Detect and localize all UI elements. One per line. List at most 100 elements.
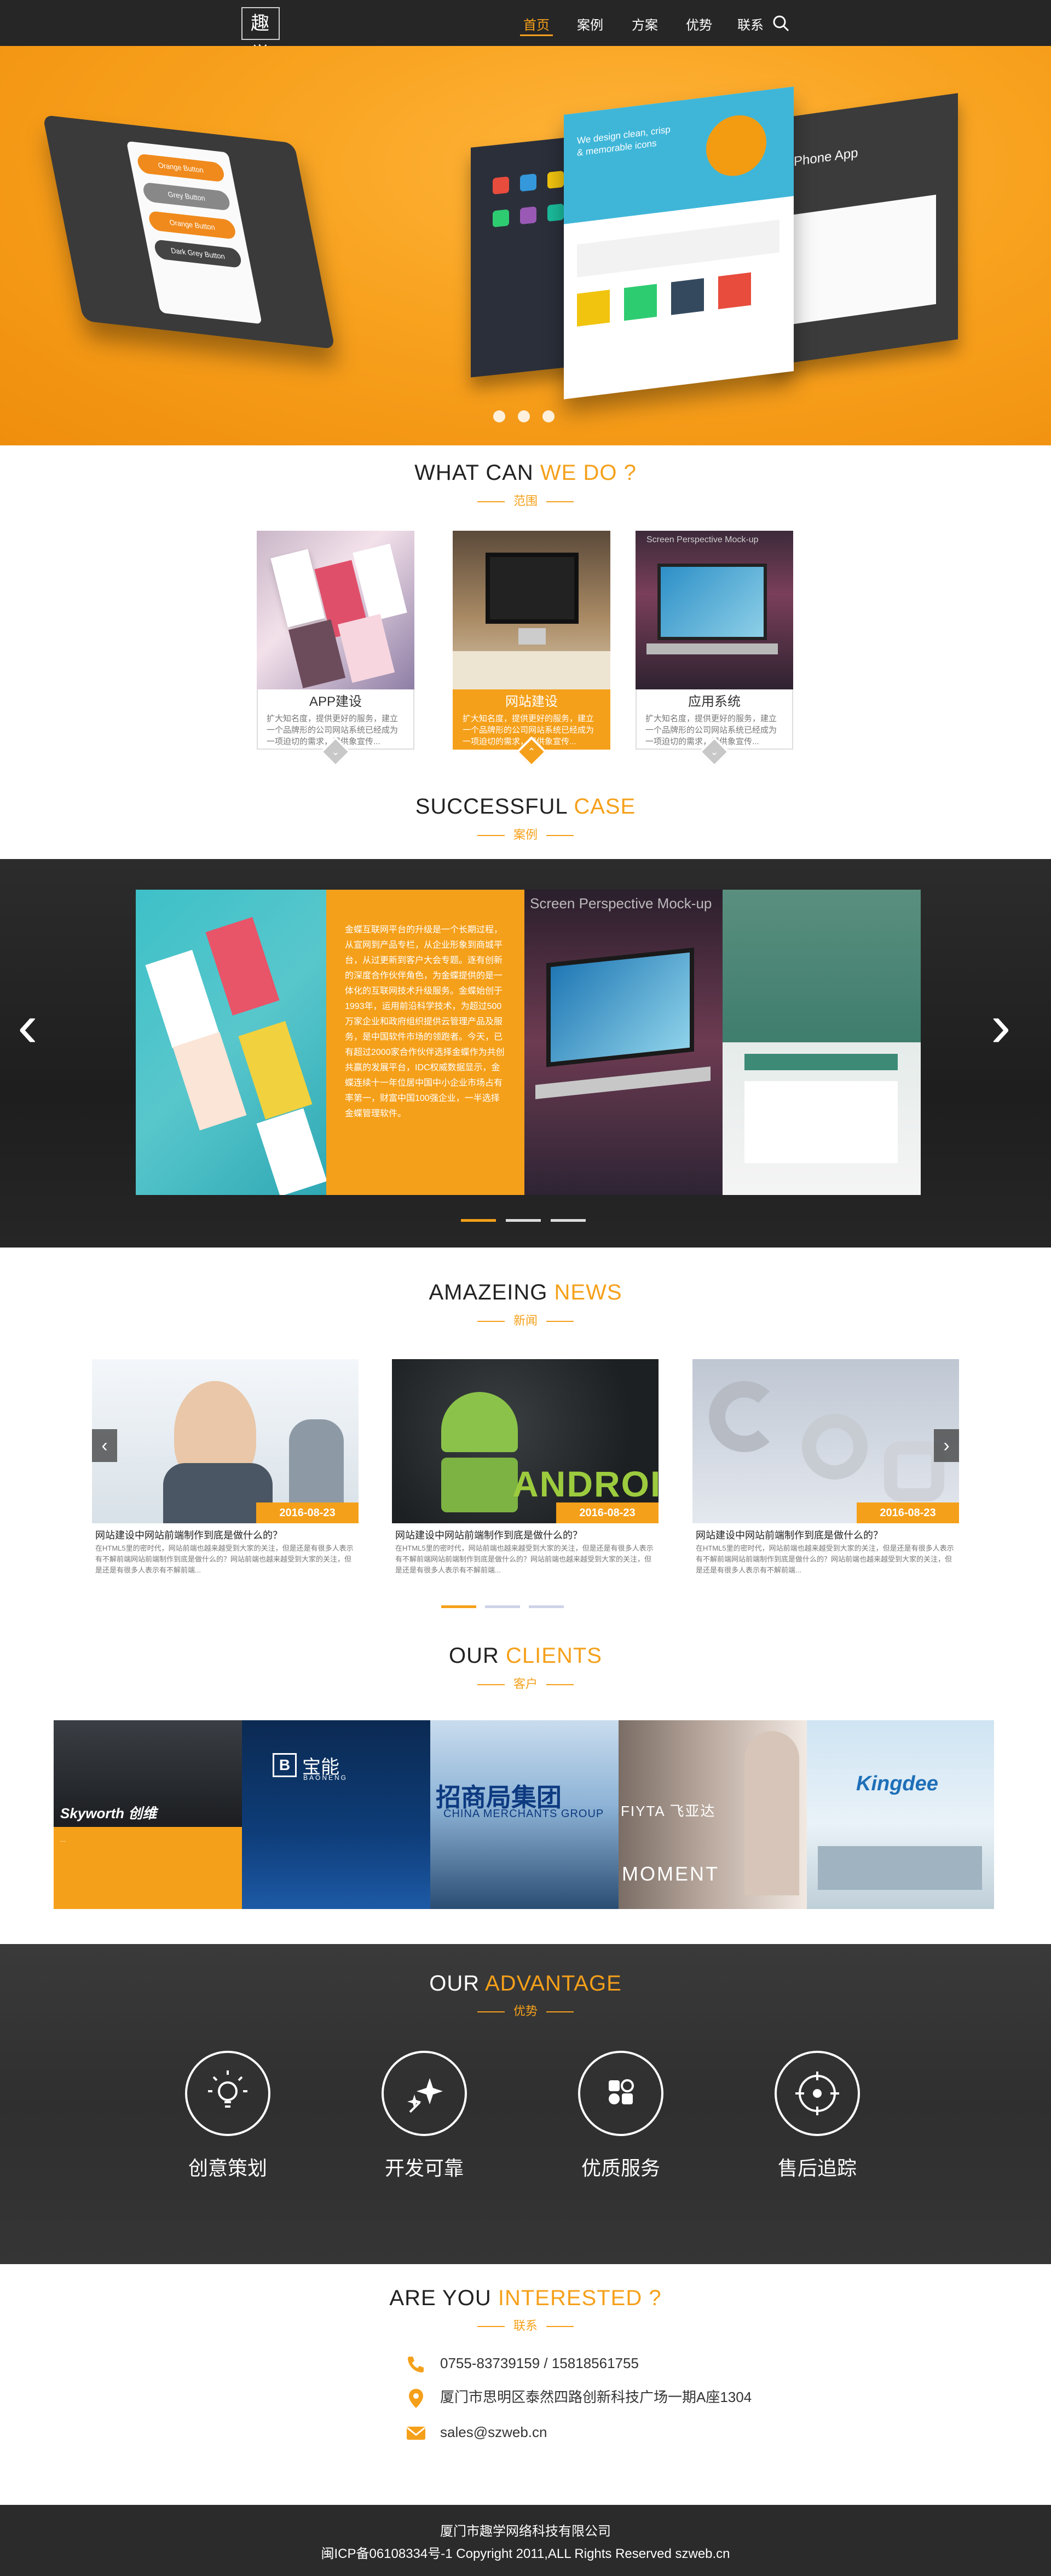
client-logo-subtext: BAONENG bbox=[303, 1774, 348, 1782]
service-card-title: 应用系统 bbox=[688, 694, 741, 709]
location-pin-icon bbox=[409, 2389, 423, 2409]
advantage-circle-creative[interactable] bbox=[185, 2051, 270, 2136]
site-logo[interactable]: 趣学 bbox=[241, 7, 280, 65]
contact-email[interactable]: sales@szweb.cn bbox=[440, 2424, 547, 2440]
advantage-circle-development[interactable] bbox=[382, 2051, 467, 2136]
client-logo-text: FIYTA 飞亚达 bbox=[621, 1803, 716, 1819]
contact-heading-plain: ARE YOU bbox=[389, 2286, 498, 2310]
hero-slide-dot-3[interactable] bbox=[542, 410, 555, 422]
app-icon bbox=[493, 176, 509, 195]
clients-heading-plain: OUR bbox=[449, 1644, 506, 1668]
phone-screen-mockup bbox=[145, 950, 220, 1048]
news-prev-arrow[interactable]: ‹ bbox=[92, 1429, 117, 1462]
android-robot-head bbox=[441, 1392, 518, 1452]
news-title[interactable]: 网站建设中网站前端制作到底是做什么的？ bbox=[395, 1528, 582, 1542]
app-page-body bbox=[794, 194, 936, 324]
news-card[interactable]: 2016-08-23 网站建设中网站前端制作到底是做什么的？ 在HTML5里的密… bbox=[692, 1359, 959, 1578]
clients-heading: OUR CLIENTS bbox=[0, 1644, 1051, 1668]
case-image-website[interactable] bbox=[723, 890, 921, 1195]
website-mockup-row bbox=[577, 219, 779, 277]
news-card[interactable]: 2016-08-23 网站建设中网站前端制作到底是做什么的？ 在HTML5里的密… bbox=[92, 1359, 359, 1578]
news-date: 2016-08-23 bbox=[556, 1502, 659, 1523]
sparkle-icon bbox=[407, 2078, 443, 2113]
advantage-label: 创意策划 bbox=[188, 2157, 267, 2179]
cases-heading-highlight: CASE bbox=[574, 794, 636, 819]
news-title[interactable]: 网站建设中网站前端制作到底是做什么的？ bbox=[95, 1528, 282, 1542]
advantage-circle-service[interactable] bbox=[578, 2051, 663, 2136]
cases-indicator-3[interactable] bbox=[551, 1219, 586, 1222]
service-card-app[interactable]: APP建设 扩大知名度，提供更好的服务，建立一个品牌形的公司网站系统已经成为一项… bbox=[257, 531, 414, 768]
cases-indicator-1[interactable] bbox=[461, 1219, 496, 1222]
contact-subheading-text: 联系 bbox=[513, 2319, 538, 2333]
website-bar bbox=[744, 1054, 898, 1070]
service-card-systems[interactable]: Screen Perspective Mock-up 应用系统 扩大知名度，提供… bbox=[636, 531, 793, 768]
chrome-letter-c bbox=[709, 1381, 780, 1452]
service-card-title: APP建设 bbox=[309, 694, 362, 709]
news-indicator-1[interactable] bbox=[441, 1605, 476, 1608]
app-page-mockup: Phone App bbox=[772, 93, 958, 365]
footer: 厦门市趣学网络科技有限公司 闽ICP备06108334号-1 Copyright… bbox=[0, 2505, 1051, 2576]
phone-screen-mockup bbox=[172, 1032, 247, 1130]
services-subheading-text: 范围 bbox=[513, 494, 538, 508]
client-baoneng[interactable]: B 宝能 BAONENG bbox=[242, 1720, 430, 1909]
service-card-web[interactable]: 网站建设 扩大知名度，提供更好的服务，建立一个品牌形的公司网站系统已经成为一项迫… bbox=[453, 531, 610, 768]
contact-phone-row: 0755-83739159 / 15818561755 bbox=[405, 2349, 639, 2377]
cases-indicator-2[interactable] bbox=[506, 1219, 541, 1222]
news-heading-plain: AMAZEING bbox=[429, 1280, 555, 1304]
nav-item-advantages[interactable]: 优势 bbox=[685, 14, 713, 36]
client-kingdee[interactable]: Kingdee bbox=[807, 1720, 994, 1909]
services-heading-plain: WHAT CAN bbox=[414, 461, 540, 485]
building-figure bbox=[818, 1846, 982, 1890]
phone-mockup: Orange Button Grey Button Orange Button … bbox=[42, 114, 336, 350]
cases-subheading-text: 案例 bbox=[513, 828, 538, 842]
laptop-base bbox=[646, 643, 778, 654]
nav-item-contact[interactable]: 联系 bbox=[737, 14, 764, 36]
hero-slide-dot-2[interactable] bbox=[518, 410, 530, 422]
client-logo-text: Skyworth 创维 bbox=[60, 1805, 157, 1821]
nav-item-cases[interactable]: 案例 bbox=[576, 14, 604, 36]
service-card-image bbox=[257, 531, 414, 689]
news-title[interactable]: 网站建设中网站前端制作到底是做什么的？ bbox=[696, 1528, 883, 1542]
news-card[interactable]: ANDROI 2016-08-23 网站建设中网站前端制作到底是做什么的？ 在H… bbox=[392, 1359, 659, 1578]
cases-next-arrow[interactable]: › bbox=[991, 996, 1011, 1056]
news-indicator-2[interactable] bbox=[485, 1605, 520, 1608]
cases-prev-arrow[interactable]: ‹ bbox=[18, 996, 38, 1056]
nav-item-solutions[interactable]: 方案 bbox=[631, 14, 659, 36]
contact-subheading: 联系 bbox=[0, 2316, 1051, 2334]
top-navbar: 趣学 首页 案例 方案 优势 联系 bbox=[0, 0, 1051, 65]
client-china-merchants[interactable]: 招商局集团 CHINA MERCHANTS GROUP bbox=[430, 1720, 619, 1909]
phone-app-label: Phone App bbox=[794, 145, 858, 170]
advantage-heading-plain: OUR bbox=[429, 1971, 485, 1995]
client-overlay: ... bbox=[54, 1827, 242, 1909]
website-mockup-tile bbox=[671, 278, 704, 315]
website-body bbox=[744, 1081, 898, 1163]
search-icon[interactable] bbox=[772, 14, 790, 33]
cases-heading: SUCCESSFUL CASE bbox=[0, 794, 1051, 819]
advantage-circle-aftersales[interactable] bbox=[775, 2051, 860, 2136]
news-desc: 在HTML5里的密时代，网站前端也越来越受到大家的关注，但是还是有很多人表示有不… bbox=[395, 1544, 654, 1574]
hero-slide-dot-1[interactable] bbox=[493, 410, 505, 422]
contact-phone[interactable]: 0755-83739159 / 15818561755 bbox=[440, 2355, 639, 2371]
website-mockup-header: We design clean, crisp & memorable icons bbox=[564, 86, 794, 224]
case-image-laptop[interactable]: Screen Perspective Mock-up bbox=[524, 890, 723, 1195]
client-fiyta[interactable]: FIYTA 飞亚达 MOMENT bbox=[619, 1720, 807, 1909]
contact-heading-highlight: INTERESTED ? bbox=[498, 2286, 662, 2310]
cases-subheading: 案例 bbox=[0, 825, 1051, 843]
website-mockup: We design clean, crisp & memorable icons bbox=[564, 86, 794, 399]
nav-item-home[interactable]: 首页 bbox=[520, 14, 553, 36]
laptop-base bbox=[535, 1066, 711, 1099]
news-indicator-3[interactable] bbox=[529, 1605, 564, 1608]
clients-heading-highlight: CLIENTS bbox=[506, 1644, 602, 1668]
client-skyworth[interactable]: Skyworth 创维 ... bbox=[54, 1720, 242, 1909]
app-icon bbox=[547, 170, 564, 189]
news-card-image bbox=[692, 1359, 959, 1523]
news-next-arrow[interactable]: › bbox=[934, 1429, 959, 1462]
android-text: ANDROI bbox=[512, 1464, 659, 1504]
case-description: 金蝶互联网平台的升级是一个长期过程，从宣网到产品专栏，从企业形象到商城平台，从过… bbox=[326, 890, 524, 1195]
desk-surface bbox=[453, 651, 610, 689]
monitor-mockup bbox=[486, 553, 579, 624]
contact-email-row: sales@szweb.cn bbox=[405, 2418, 547, 2446]
mail-icon bbox=[407, 2427, 425, 2440]
news-date: 2016-08-23 bbox=[857, 1502, 959, 1523]
case-image-app[interactable] bbox=[136, 890, 326, 1195]
